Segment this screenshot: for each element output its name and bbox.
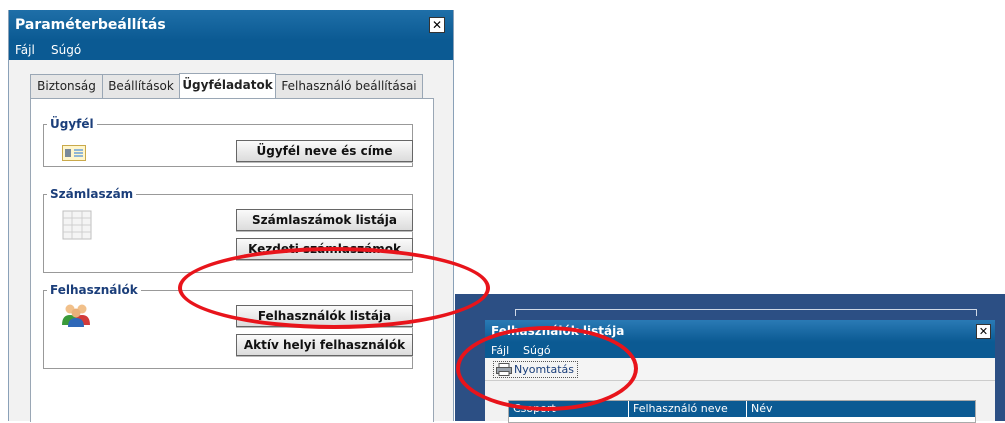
- tab-customer-data[interactable]: Ügyféladatok: [179, 73, 276, 99]
- document-list-icon: [62, 210, 92, 240]
- group-account-number-legend: Számlaszám: [50, 187, 134, 201]
- column-header-username[interactable]: Felhasználó neve: [629, 401, 747, 417]
- window-title: Paraméterbeállítás: [15, 17, 166, 33]
- id-card-icon: [62, 145, 86, 161]
- users-icon: [62, 304, 90, 327]
- group-customer-legend: Ügyfél: [50, 117, 94, 131]
- menu-bar: Fájl Súgó: [9, 40, 453, 60]
- parameter-settings-window: Paraméterbeállítás ✕ Fájl Súgó Biztonság…: [8, 10, 454, 422]
- customer-name-address-button[interactable]: Ügyfél neve és címe: [236, 140, 413, 162]
- highlight-ellipse-users-list: [178, 247, 490, 329]
- active-local-users-button[interactable]: Aktív helyi felhasználók: [236, 334, 413, 356]
- tab-user-settings[interactable]: Felhasználó beállításai: [275, 74, 423, 98]
- menu-file[interactable]: Fájl: [15, 43, 35, 57]
- menu-help[interactable]: Súgó: [51, 43, 81, 57]
- tab-security[interactable]: Biztonság: [30, 74, 103, 98]
- close-icon[interactable]: ✕: [976, 324, 991, 339]
- tab-settings[interactable]: Beállítások: [102, 74, 180, 98]
- column-header-name[interactable]: Név: [747, 401, 975, 417]
- account-numbers-list-button[interactable]: Számlaszámok listája: [236, 209, 413, 231]
- highlight-ellipse-print-menu: [456, 326, 638, 411]
- background-frame: [515, 309, 977, 316]
- group-users-legend: Felhasználók: [50, 283, 138, 297]
- close-icon[interactable]: ✕: [429, 17, 445, 33]
- window-titlebar[interactable]: Paraméterbeállítás ✕: [9, 10, 453, 40]
